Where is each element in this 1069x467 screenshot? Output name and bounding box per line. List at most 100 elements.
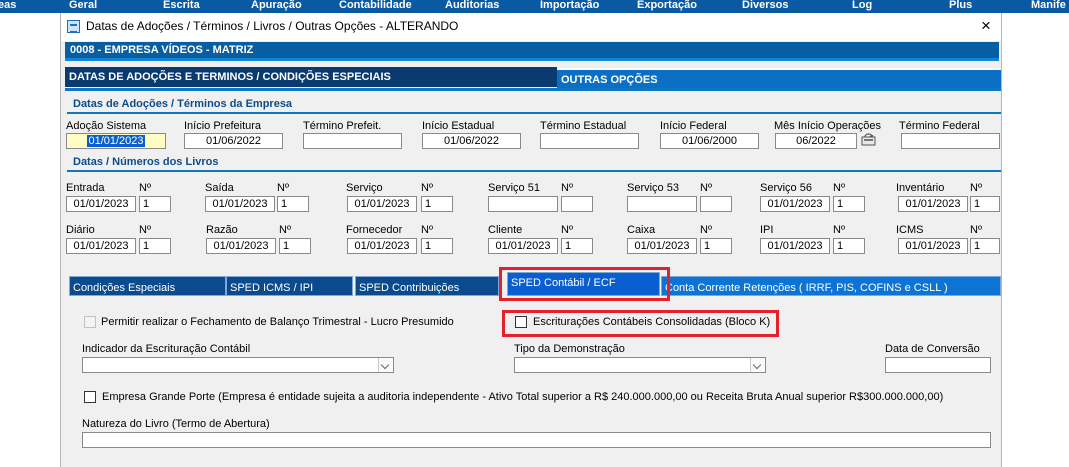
- menu-item-auditorias[interactable]: Auditorias: [445, 0, 499, 11]
- servico-56-date-field[interactable]: 01/01/2023: [760, 196, 830, 212]
- highlight-box-consolidadas: [502, 310, 779, 337]
- label-razao-num: Nº: [279, 224, 291, 236]
- servico-51-date-field[interactable]: [488, 196, 558, 212]
- label-inventario-num: Nº: [970, 182, 982, 194]
- chevron-down-icon[interactable]: [750, 358, 765, 372]
- menu-item-escrita[interactable]: Escrita: [163, 0, 200, 11]
- servico-51-num-field[interactable]: [561, 196, 593, 212]
- fornecedor-num-field[interactable]: 1: [421, 238, 453, 254]
- menu-item-plus[interactable]: Plus: [949, 0, 972, 11]
- data-conversao-field[interactable]: [885, 357, 991, 373]
- label-inicio-estadual: Início Estadual: [422, 120, 495, 132]
- menu-item-exportacao[interactable]: Exportação: [637, 0, 697, 11]
- label-servico-51-num: Nº: [561, 182, 573, 194]
- tab-outras-opcoes[interactable]: OUTRAS OPÇÕES: [557, 68, 1001, 88]
- menu-item-manifesto[interactable]: Manife: [1031, 0, 1066, 11]
- servico-53-num-field[interactable]: [700, 196, 732, 212]
- inventario-date-field[interactable]: 01/01/2023: [898, 196, 968, 212]
- menu-item-importacao[interactable]: Importação: [540, 0, 599, 11]
- termino-federal-field[interactable]: [901, 133, 1000, 149]
- natureza-livro-field[interactable]: [82, 432, 991, 448]
- diario-date-field[interactable]: 01/01/2023: [66, 238, 136, 254]
- cliente-date-field[interactable]: 01/01/2023: [488, 238, 558, 254]
- tipo-demonstracao-select[interactable]: [514, 357, 766, 373]
- inicio-estadual-field[interactable]: 01/06/2022: [422, 133, 521, 149]
- company-name: 0008 - EMPRESA VÍDEOS - MATRIZ: [70, 44, 254, 56]
- caixa-date-field[interactable]: 01/01/2023: [627, 238, 697, 254]
- grande-porte-checkbox[interactable]: [84, 391, 96, 403]
- ipi-num-field[interactable]: 1: [833, 238, 865, 254]
- mes-inicio-operacoes-field[interactable]: 06/2022: [775, 133, 857, 149]
- subtab-sped-icms-ipi[interactable]: SPED ICMS / IPI: [226, 276, 353, 296]
- fornecedor-date-field[interactable]: 01/01/2023: [347, 238, 417, 254]
- inicio-prefeitura-field[interactable]: 01/06/2022: [184, 133, 283, 149]
- menu-item-apuracao[interactable]: Apuração: [251, 0, 302, 11]
- icms-num-field[interactable]: 1: [970, 238, 1000, 254]
- razao-date-field[interactable]: 01/01/2023: [206, 238, 276, 254]
- label-servico-51: Serviço 51: [488, 182, 540, 194]
- servico-56-num-field[interactable]: 1: [833, 196, 865, 212]
- inventario-num-field[interactable]: 1: [970, 196, 1000, 212]
- label-servico-53-num: Nº: [700, 182, 712, 194]
- diario-num-field[interactable]: 1: [139, 238, 171, 254]
- ipi-date-field[interactable]: 01/01/2023: [760, 238, 830, 254]
- data-conversao-label: Data de Conversão: [885, 343, 980, 355]
- section-divider: [67, 170, 1001, 172]
- razao-num-field[interactable]: 1: [279, 238, 311, 254]
- servico-num-field[interactable]: 1: [421, 196, 453, 212]
- label-saida: Saída: [205, 182, 234, 194]
- cliente-num-field[interactable]: 1: [561, 238, 593, 254]
- label-ipi: IPI: [760, 224, 774, 236]
- adocao-sistema-field[interactable]: 01/01/2023: [66, 133, 166, 149]
- subtab-condicoes-especiais[interactable]: Condições Especiais: [69, 276, 226, 296]
- label-icms-num: Nº: [970, 224, 982, 236]
- menu-item-contabilidade[interactable]: Contabilidade: [339, 0, 412, 11]
- termino-estadual-field[interactable]: [540, 133, 639, 149]
- balanco-trimestral-checkbox[interactable]: [84, 316, 96, 328]
- menu-item-diversos[interactable]: Diversos: [742, 0, 788, 11]
- window-title: Datas de Adoções / Términos / Livros / O…: [86, 19, 459, 33]
- indicador-select[interactable]: [82, 357, 394, 373]
- entrada-num-field[interactable]: 1: [139, 196, 171, 212]
- label-entrada: Entrada: [66, 182, 105, 194]
- caixa-num-field[interactable]: 1: [700, 238, 732, 254]
- menu-item-eas[interactable]: eas: [0, 0, 16, 11]
- label-inventario: Inventário: [896, 182, 945, 194]
- section-divider: [67, 112, 1001, 114]
- label-inicio-prefeitura: Início Prefeitura: [184, 120, 262, 132]
- chevron-down-icon[interactable]: [378, 358, 393, 372]
- saida-date-field[interactable]: 01/01/2023: [205, 196, 275, 212]
- label-servico-num: Nº: [421, 182, 433, 194]
- servico-date-field[interactable]: 01/01/2023: [347, 196, 417, 212]
- inicio-federal-field[interactable]: 01/06/2000: [660, 133, 759, 149]
- saida-num-field[interactable]: 1: [277, 196, 309, 212]
- entrada-date-field[interactable]: 01/01/2023: [66, 196, 136, 212]
- label-diario-num: Nº: [139, 224, 151, 236]
- icms-date-field[interactable]: 01/01/2023: [898, 238, 968, 254]
- label-caixa-num: Nº: [700, 224, 712, 236]
- menu-item-geral[interactable]: Geral: [69, 0, 97, 11]
- label-fornecedor-num: Nº: [421, 224, 433, 236]
- natureza-livro-label: Natureza do Livro (Termo de Abertura): [82, 418, 270, 430]
- highlight-box-tab: [499, 267, 670, 301]
- label-razao: Razão: [206, 224, 238, 236]
- tipo-demonstracao-label: Tipo da Demonstração: [514, 343, 625, 355]
- label-servico-56-num: Nº: [833, 182, 845, 194]
- calendar-icon[interactable]: [861, 132, 877, 147]
- termino-prefeitura-field[interactable]: [303, 133, 402, 149]
- subtab-conta-corrente-retencoes[interactable]: Conta Corrente Retenções ( IRRF, PIS, CO…: [661, 276, 1001, 296]
- label-entrada-num: Nº: [139, 182, 151, 194]
- menu-item-log[interactable]: Log: [852, 0, 872, 11]
- label-termino-federal: Término Federal: [899, 120, 980, 132]
- label-cliente-num: Nº: [561, 224, 573, 236]
- close-button[interactable]: ×: [981, 16, 991, 36]
- dialog-window: Datas de Adoções / Términos / Livros / O…: [60, 13, 1002, 467]
- subtab-sped-contribuicoes[interactable]: SPED Contribuições: [355, 276, 499, 296]
- label-servico-56: Serviço 56: [760, 182, 812, 194]
- label-fornecedor: Fornecedor: [346, 224, 403, 236]
- tab-datas-adocoes[interactable]: DATAS DE ADOÇÕES E TERMINOS / CONDIÇÕES …: [65, 67, 557, 87]
- label-termino-prefeitura: Término Prefeit.: [303, 120, 382, 132]
- servico-53-date-field[interactable]: [627, 196, 697, 212]
- label-termino-estadual: Término Estadual: [540, 120, 627, 132]
- label-saida-num: Nº: [277, 182, 289, 194]
